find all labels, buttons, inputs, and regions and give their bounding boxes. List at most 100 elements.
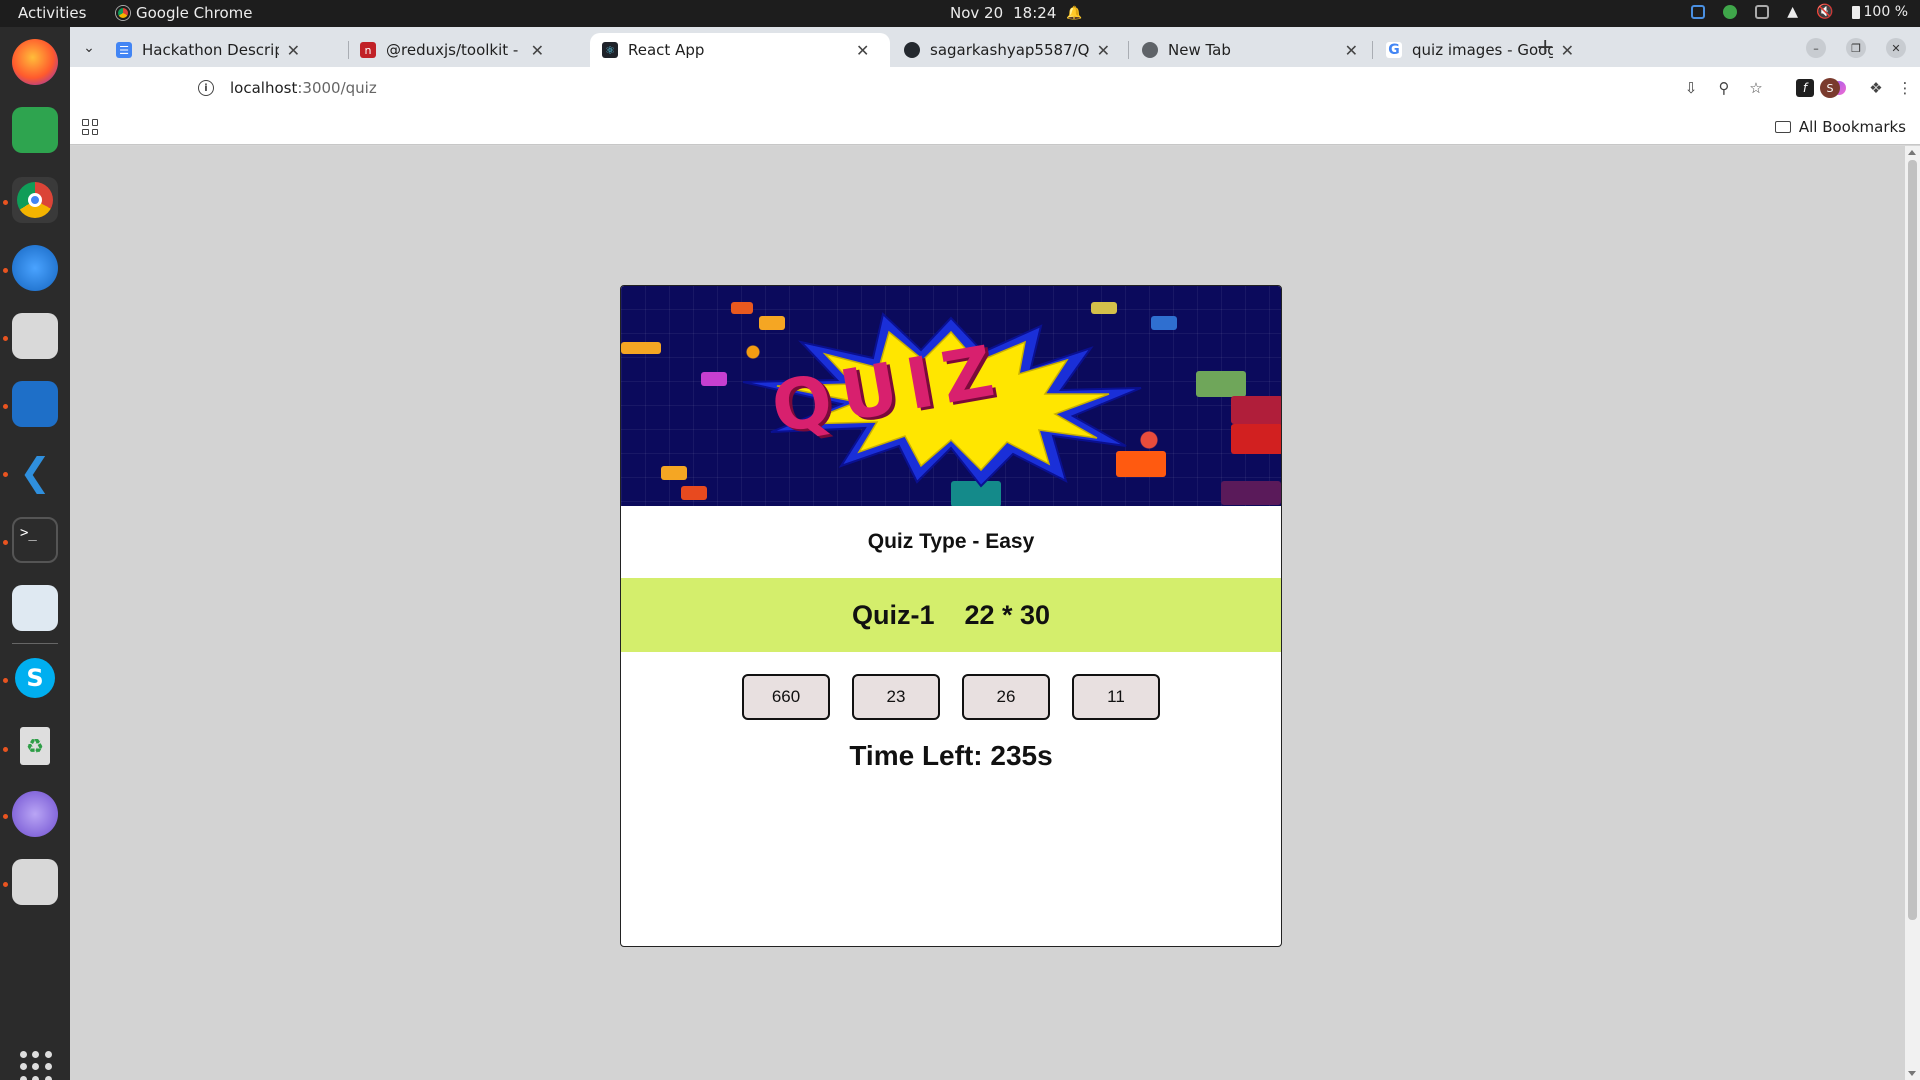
all-bookmarks-button[interactable]: All Bookmarks — [1774, 118, 1906, 136]
option-button-4[interactable]: 11 — [1072, 674, 1160, 720]
tab-strip: ⌄ ☰ Hackathon Description: ✕ n @reduxjs/… — [70, 27, 1920, 67]
address-bar[interactable]: i localhost :3000/quiz — [70, 71, 1630, 105]
skype-icon[interactable]: S — [12, 655, 58, 701]
firefox-icon[interactable] — [12, 39, 58, 85]
tab-github-quiz[interactable]: sagarkashyap5587/Quiz ✕ — [892, 33, 1122, 67]
running-indicator — [3, 472, 8, 477]
running-indicator — [3, 814, 8, 819]
quiz-banner-image: QUIZ — [621, 286, 1281, 506]
tab-separator — [1128, 41, 1129, 59]
scroll-up-arrow-icon[interactable] — [1908, 150, 1916, 155]
shotwell-icon[interactable] — [12, 585, 58, 631]
install-app-icon[interactable]: ⇩ — [1682, 79, 1700, 97]
tab-redux-toolkit[interactable]: n @reduxjs/toolkit - npm ✕ — [348, 33, 556, 67]
battery-icon — [1851, 5, 1860, 19]
system-tray[interactable]: ▲ 🔇 100 % — [1691, 4, 1908, 20]
page-scrollbar[interactable] — [1905, 146, 1920, 1080]
react-icon: ⚛ — [602, 42, 618, 58]
tab-hackathon[interactable]: ☰ Hackathon Description: ✕ — [104, 33, 312, 67]
tab-react-app[interactable]: ⚛ React App ✕ — [590, 33, 890, 67]
tab-title: @reduxjs/toolkit - npm — [386, 41, 523, 59]
menu-kebab-icon[interactable]: ⋮ — [1896, 79, 1914, 97]
option-button-2[interactable]: 23 — [852, 674, 940, 720]
tab-title: sagarkashyap5587/Quiz — [930, 41, 1089, 59]
google-icon: G — [1386, 42, 1402, 58]
zoom-icon[interactable]: ⚲ — [1715, 79, 1733, 97]
search-tool-icon[interactable] — [12, 859, 58, 905]
thunderbird-icon[interactable] — [12, 245, 58, 291]
chat-app-icon[interactable] — [12, 107, 58, 153]
extensions-puzzle-icon[interactable]: ❖ — [1867, 79, 1885, 97]
quiz-type-label: Quiz Type - Easy — [867, 530, 1035, 553]
minimize-window-icon[interactable]: – — [1806, 38, 1826, 58]
question-number: Quiz-1 — [851, 599, 935, 630]
chrome-window: ⌄ ☰ Hackathon Description: ✕ n @reduxjs/… — [70, 27, 1920, 1080]
running-indicator — [3, 268, 8, 273]
chrome-icon — [1142, 42, 1158, 58]
dock: ❮ >_ S ♻ — [0, 27, 70, 1080]
running-indicator — [3, 882, 8, 887]
answer-options: 660 23 26 11 — [621, 674, 1281, 720]
close-tab-icon[interactable]: ✕ — [531, 41, 544, 60]
tab-search-chevron-down-icon[interactable]: ⌄ — [76, 35, 102, 61]
notification-bell-icon: 🔔 — [1066, 5, 1083, 21]
clock[interactable]: Nov 20 18:24 🔔 — [950, 4, 1083, 22]
question-text: 22 * 30 — [964, 599, 1051, 630]
close-tab-icon[interactable]: ✕ — [1561, 41, 1574, 60]
close-tab-icon[interactable]: ✕ — [1345, 41, 1358, 60]
site-info-icon[interactable]: i — [198, 80, 214, 96]
tab-new-tab[interactable]: New Tab ✕ — [1130, 33, 1370, 67]
time-left: Time Left: 235s — [849, 740, 1053, 771]
bookmark-star-icon[interactable]: ☆ — [1747, 79, 1765, 97]
apps-grid-icon[interactable] — [82, 119, 98, 135]
terminal-icon[interactable]: >_ — [12, 517, 58, 563]
url-path: :3000/quiz — [297, 79, 377, 97]
volume-icon: 🔇 — [1816, 4, 1834, 20]
running-indicator — [3, 678, 8, 683]
url-host: localhost — [230, 79, 298, 97]
running-indicator — [3, 200, 8, 205]
running-indicator — [3, 747, 8, 752]
close-tab-icon[interactable]: ✕ — [856, 41, 869, 60]
tab-title: quiz images - Google Sea — [1412, 41, 1553, 59]
browser-toolbar: ← → ↻ i localhost :3000/quiz ⇩ ⚲ ☆ f ❖ S… — [70, 67, 1920, 109]
browser-globe-icon[interactable] — [12, 791, 58, 837]
scrollbar-thumb[interactable] — [1908, 160, 1917, 920]
extension-script-icon[interactable]: f — [1796, 79, 1814, 97]
chrome-dock-icon[interactable] — [12, 177, 58, 223]
app-menu[interactable]: Google Chrome — [116, 4, 253, 22]
files-icon[interactable] — [12, 313, 58, 359]
battery-level: 100 % — [1863, 4, 1908, 20]
battery-status: 100 % — [1851, 4, 1908, 20]
shield-icon — [1691, 5, 1706, 19]
tab-separator — [1372, 41, 1373, 59]
activities-button[interactable]: Activities — [18, 4, 86, 22]
close-tab-icon[interactable]: ✕ — [1097, 41, 1110, 60]
profile-avatar[interactable]: S — [1820, 78, 1840, 98]
trash-icon[interactable]: ♻ — [12, 723, 58, 769]
running-indicator — [3, 336, 8, 341]
wifi-icon: ▲ — [1787, 4, 1799, 20]
option-button-3[interactable]: 26 — [962, 674, 1050, 720]
quiz-card: QUIZ Quiz Type - Easy Quiz-1 22 * 30 660… — [620, 285, 1282, 947]
option-button-1[interactable]: 660 — [742, 674, 830, 720]
clock-date: Nov 20 — [950, 4, 1004, 22]
npm-icon: n — [360, 42, 376, 58]
vscode-logo-icon: ❮ — [19, 450, 51, 494]
vscode-icon[interactable]: ❮ — [12, 449, 58, 495]
skype-logo-icon: S — [15, 658, 55, 698]
show-apps-icon[interactable] — [20, 1051, 52, 1080]
clock-time: 18:24 — [1013, 4, 1057, 22]
dock-separator — [12, 643, 58, 644]
update-icon — [1723, 5, 1738, 19]
tab-title: New Tab — [1168, 41, 1231, 59]
chrome-logo-center — [28, 193, 42, 207]
running-indicator — [3, 404, 8, 409]
chrome-logo-icon — [17, 182, 53, 218]
new-tab-plus-icon[interactable]: + — [1536, 35, 1554, 60]
scroll-down-arrow-icon[interactable] — [1908, 1071, 1916, 1076]
restore-window-icon[interactable]: ❐ — [1846, 38, 1866, 58]
close-window-icon[interactable]: ✕ — [1886, 38, 1906, 58]
close-tab-icon[interactable]: ✕ — [287, 41, 300, 60]
writer-icon[interactable] — [12, 381, 58, 427]
